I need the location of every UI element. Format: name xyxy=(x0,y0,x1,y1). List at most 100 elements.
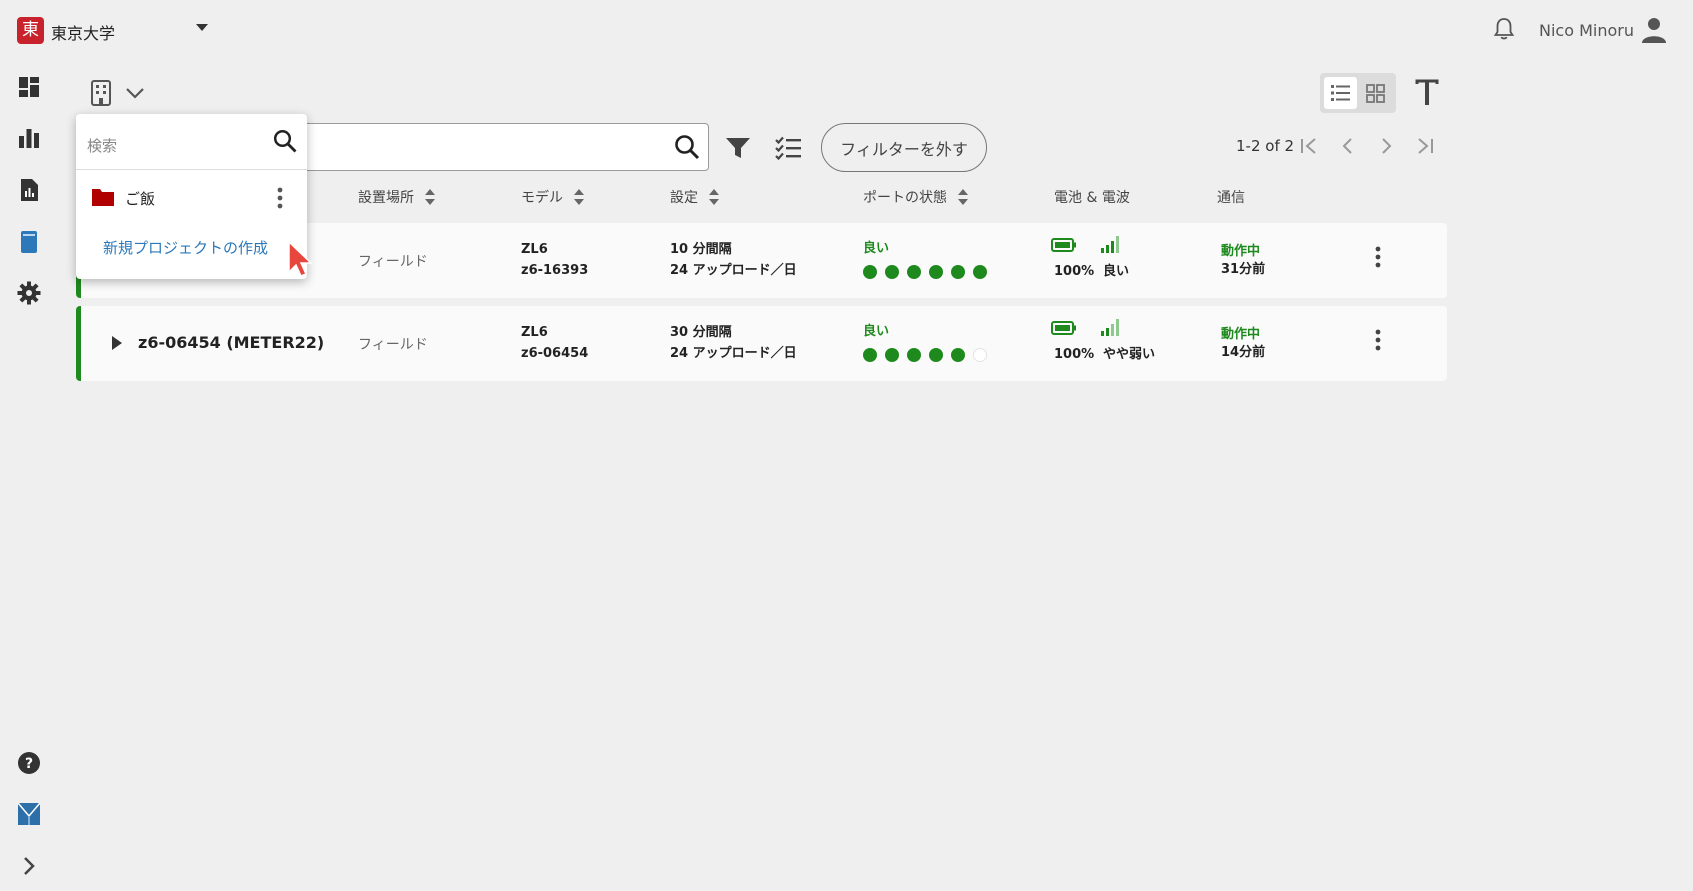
search-icon[interactable] xyxy=(674,134,700,160)
port-dot xyxy=(907,348,921,362)
search-icon[interactable] xyxy=(273,129,297,153)
user-name[interactable]: Nico Minoru xyxy=(1539,21,1634,40)
row-signal: やや弱い xyxy=(1103,347,1156,362)
port-dot xyxy=(973,265,987,279)
bell-icon[interactable] xyxy=(1492,16,1516,42)
row-port-status: 良い xyxy=(863,241,890,256)
row-menu-icon[interactable] xyxy=(1375,329,1381,351)
help-icon[interactable]: ? xyxy=(17,751,41,775)
view-toggle xyxy=(1320,73,1396,113)
bar-chart-icon[interactable] xyxy=(17,126,41,150)
row-battery: 100% xyxy=(1054,347,1095,362)
user-avatar-icon[interactable] xyxy=(1642,16,1666,44)
column-header-label: 通信 xyxy=(1217,190,1245,206)
sort-icon[interactable] xyxy=(573,188,585,206)
port-dot xyxy=(929,348,943,362)
port-dots xyxy=(863,265,987,279)
row-location: フィールド xyxy=(358,337,428,353)
column-header-label: 設定 xyxy=(670,190,698,206)
battery-icon xyxy=(1051,238,1076,252)
signal-icon xyxy=(1101,236,1119,253)
first-page-icon[interactable] xyxy=(1298,134,1320,158)
column-header-label: 電池 & 電波 xyxy=(1054,190,1130,206)
list-view-icon xyxy=(1331,85,1350,101)
chevron-right-icon[interactable] xyxy=(17,854,41,878)
report-icon[interactable] xyxy=(17,178,41,202)
notebook-icon[interactable] xyxy=(17,230,41,254)
row-comm-status: 動作中 xyxy=(1221,244,1261,259)
port-dot xyxy=(951,265,965,279)
row-uploads: 24 アップロード／日 xyxy=(670,346,797,361)
port-dot-empty xyxy=(973,348,987,362)
filter-icon[interactable] xyxy=(725,136,751,160)
next-page-icon[interactable] xyxy=(1375,134,1397,158)
column-header-label: 設置場所 xyxy=(358,190,414,206)
row-comm-status: 動作中 xyxy=(1221,327,1261,342)
column-header-settings[interactable]: 設定 xyxy=(670,187,720,207)
org-logo: 東 xyxy=(17,17,44,44)
org-name[interactable]: 東京大学 xyxy=(51,20,115,44)
grid-view-icon xyxy=(1366,84,1385,103)
port-dot xyxy=(885,348,899,362)
table-row[interactable]: z6-06454 (METER22) フィールド ZL6 z6-06454 30… xyxy=(76,306,1447,381)
row-port-status: 良い xyxy=(863,324,890,339)
project-dropdown: 検索 ご飯 新規プロジェクトの作成 xyxy=(76,114,307,279)
row-signal: 良い xyxy=(1103,264,1130,279)
port-dot xyxy=(863,265,877,279)
column-header-port-status[interactable]: ポートの状態 xyxy=(863,187,969,207)
port-dot xyxy=(929,265,943,279)
row-menu-icon[interactable] xyxy=(1375,246,1381,268)
signal-icon xyxy=(1101,319,1119,336)
gear-icon[interactable] xyxy=(17,281,41,305)
row-comm-time: 31分前 xyxy=(1221,262,1266,277)
checklist-icon[interactable] xyxy=(774,136,802,160)
building-icon[interactable] xyxy=(90,80,112,106)
battery-icon xyxy=(1051,321,1076,335)
row-comm-time: 14分前 xyxy=(1221,345,1266,360)
port-dot xyxy=(885,265,899,279)
column-header-location[interactable]: 設置場所 xyxy=(358,187,436,207)
chevron-down-icon[interactable] xyxy=(124,86,146,100)
dashboard-icon[interactable] xyxy=(17,75,41,99)
row-device-name[interactable]: z6-06454 (METER22) xyxy=(138,333,324,352)
port-dot xyxy=(907,265,921,279)
project-search-input[interactable]: 検索 xyxy=(76,114,307,170)
row-serial: z6-06454 xyxy=(521,346,589,361)
svg-text:?: ? xyxy=(25,756,33,772)
port-dots xyxy=(863,348,987,362)
sort-icon[interactable] xyxy=(957,188,969,206)
list-view-button[interactable] xyxy=(1324,77,1357,109)
pager-range-text: 1-2 of 2 xyxy=(1236,137,1295,155)
column-header-label: ポートの状態 xyxy=(863,190,947,206)
project-menu-icon[interactable] xyxy=(277,187,283,209)
text-size-icon[interactable] xyxy=(1414,79,1440,107)
expand-row-icon[interactable] xyxy=(112,336,122,350)
row-uploads: 24 アップロード／日 xyxy=(670,263,797,278)
column-header-comm: 通信 xyxy=(1217,187,1245,207)
mouse-cursor-icon xyxy=(288,240,313,277)
folder-icon xyxy=(92,189,114,206)
port-dot xyxy=(951,348,965,362)
sort-icon[interactable] xyxy=(424,188,436,206)
row-interval: 30 分間隔 xyxy=(670,325,732,340)
column-header-label: モデル xyxy=(521,190,563,206)
org-dropdown-caret-icon[interactable] xyxy=(196,24,208,31)
brand-logo-icon[interactable] xyxy=(17,802,41,826)
row-model: ZL6 xyxy=(521,325,548,340)
prev-page-icon[interactable] xyxy=(1337,134,1359,158)
row-battery: 100% xyxy=(1054,264,1095,279)
project-search-placeholder: 検索 xyxy=(87,137,118,155)
row-location: フィールド xyxy=(358,254,428,270)
row-interval: 10 分間隔 xyxy=(670,242,732,257)
grid-view-button[interactable] xyxy=(1359,77,1392,109)
last-page-icon[interactable] xyxy=(1414,134,1436,158)
project-item-label[interactable]: ご飯 xyxy=(125,188,155,209)
port-dot xyxy=(863,348,877,362)
clear-filter-button[interactable]: フィルターを外す xyxy=(821,123,987,172)
new-project-link[interactable]: 新規プロジェクトの作成 xyxy=(103,237,268,258)
row-model: ZL6 xyxy=(521,242,548,257)
sort-icon[interactable] xyxy=(708,188,720,206)
column-header-battery-signal: 電池 & 電波 xyxy=(1054,187,1130,207)
column-header-model[interactable]: モデル xyxy=(521,187,585,207)
row-serial: z6-16393 xyxy=(521,263,589,278)
